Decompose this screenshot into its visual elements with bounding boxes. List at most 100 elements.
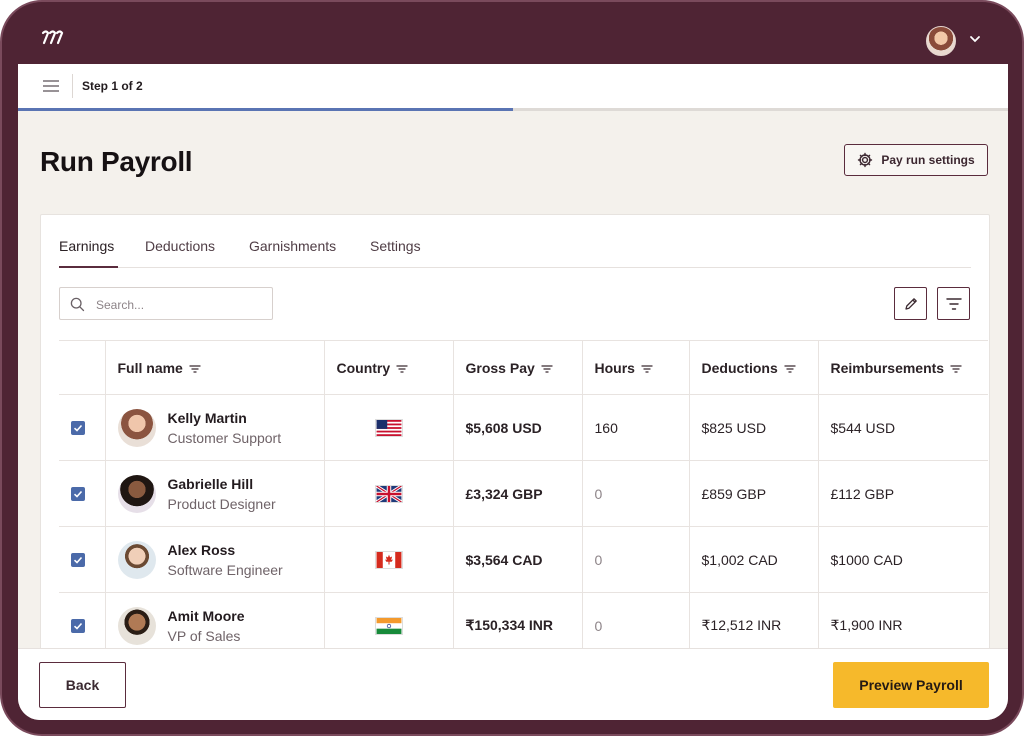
hours-cell: 0 — [582, 526, 690, 593]
column-label: Reimbursements — [830, 359, 945, 376]
select-cell — [59, 394, 106, 461]
checkmark-icon — [73, 556, 83, 564]
filter-icon — [945, 297, 962, 310]
user-avatar[interactable] — [926, 26, 956, 56]
search-input[interactable] — [94, 295, 270, 315]
country-cell — [324, 460, 454, 527]
search-icon — [70, 297, 85, 312]
sort-icon[interactable] — [950, 364, 962, 374]
pay-run-settings-button[interactable]: Pay run settings — [844, 144, 988, 176]
top-bar — [18, 14, 1008, 64]
deductions-cell: £859 GBP — [689, 460, 819, 527]
deductions-cell: $825 USD — [689, 394, 819, 461]
employee-role: Customer Support — [167, 429, 282, 446]
sort-icon[interactable] — [784, 364, 796, 374]
reimbursements-cell: $1000 CAD — [818, 526, 988, 593]
chevron-down-icon[interactable] — [968, 32, 982, 46]
page-title: Run Payroll — [40, 146, 193, 177]
tab-earnings[interactable]: Earnings — [59, 238, 114, 254]
tab-garnishments[interactable]: Garnishments — [249, 238, 336, 254]
employee-name: Amit Moore — [167, 607, 245, 624]
reimbursements-cell: $544 USD — [818, 394, 988, 461]
row-checkbox[interactable] — [71, 420, 85, 435]
hours-cell: 0 — [582, 460, 690, 527]
india-flag-icon — [374, 616, 403, 635]
us-flag-icon — [374, 418, 403, 437]
uk-flag-icon — [374, 484, 403, 503]
column-label: Deductions — [701, 359, 778, 376]
avatar — [117, 606, 156, 645]
pencil-icon — [904, 297, 917, 310]
progress-fill — [18, 108, 513, 111]
employee-role: Software Engineer — [167, 561, 283, 578]
employee-role: Product Designer — [167, 495, 276, 512]
employee-name: Gabrielle Hill — [167, 475, 254, 492]
step-divider — [72, 74, 73, 98]
search-box — [59, 287, 273, 320]
payroll-card: Earnings Deductions Garnishments Setting… — [40, 214, 990, 720]
name-cell: Alex Ross Software Engineer — [105, 526, 325, 593]
progress-track — [18, 108, 1008, 111]
name-cell: Kelly Martin Customer Support — [105, 394, 325, 461]
country-cell — [324, 394, 454, 461]
sort-icon[interactable] — [396, 364, 408, 374]
table-row[interactable]: Gabrielle Hill Product Designer £3,324 G… — [59, 460, 988, 527]
column-label: Hours — [594, 359, 635, 376]
canada-flag-icon — [374, 550, 403, 569]
row-checkbox[interactable] — [71, 618, 85, 633]
column-label: Gross Pay — [465, 359, 535, 376]
hours-cell: 160 — [582, 394, 690, 461]
table-header-row: Full name Country Gross Pay Hours Deduct… — [59, 340, 988, 395]
edit-button[interactable] — [894, 287, 927, 320]
employee-name: Kelly Martin — [167, 409, 247, 426]
gross-pay-cell: $5,608 USD — [453, 394, 583, 461]
tab-deductions[interactable]: Deductions — [145, 238, 215, 254]
filter-button[interactable] — [937, 287, 970, 320]
tab-settings[interactable]: Settings — [370, 238, 421, 254]
table-row[interactable]: Kelly Martin Customer Support $5,608 USD … — [59, 394, 988, 461]
column-header-hours[interactable]: Hours — [582, 340, 690, 395]
row-checkbox[interactable] — [71, 486, 85, 501]
tab-bar: Earnings Deductions Garnishments Setting… — [59, 235, 971, 268]
pay-run-settings-label: Pay run settings — [881, 153, 975, 167]
avatar — [117, 474, 156, 513]
sort-icon[interactable] — [189, 364, 201, 374]
column-header-reimbursements[interactable]: Reimbursements — [818, 340, 988, 395]
payroll-table: Full name Country Gross Pay Hours Deduct… — [59, 340, 988, 659]
checkmark-icon — [73, 424, 83, 432]
employee-role: VP of Sales — [167, 627, 241, 644]
avatar — [117, 540, 156, 579]
checkmark-icon — [73, 490, 83, 498]
step-bar: Step 1 of 2 — [18, 64, 1008, 109]
gross-pay-cell: £3,324 GBP — [453, 460, 583, 527]
column-label: Full name — [117, 359, 183, 376]
app-logo-icon[interactable] — [40, 29, 64, 51]
reimbursements-cell: £112 GBP — [818, 460, 988, 527]
menu-icon[interactable] — [42, 80, 60, 92]
device-frame: Step 1 of 2 Run Payroll Pay run settings… — [0, 0, 1024, 736]
select-column-header — [59, 340, 106, 395]
country-cell — [324, 526, 454, 593]
column-header-gross-pay[interactable]: Gross Pay — [453, 340, 583, 395]
column-header-deductions[interactable]: Deductions — [689, 340, 819, 395]
row-checkbox[interactable] — [71, 552, 85, 567]
active-tab-underline — [59, 266, 118, 268]
checkmark-icon — [73, 622, 83, 630]
deductions-cell: $1,002 CAD — [689, 526, 819, 593]
table-row[interactable]: Alex Ross Software Engineer $3,564 CAD 0 … — [59, 526, 988, 593]
gross-pay-cell: $3,564 CAD — [453, 526, 583, 593]
back-button[interactable]: Back — [39, 662, 126, 708]
gear-icon — [858, 152, 873, 168]
select-cell — [59, 460, 106, 527]
app-screen: Step 1 of 2 Run Payroll Pay run settings… — [18, 64, 1008, 720]
column-label: Country — [336, 359, 391, 376]
employee-name: Alex Ross — [167, 541, 236, 558]
sort-icon[interactable] — [641, 364, 653, 374]
select-cell — [59, 526, 106, 593]
preview-payroll-button[interactable]: Preview Payroll — [833, 662, 989, 708]
sort-icon[interactable] — [541, 364, 553, 374]
column-header-full-name[interactable]: Full name — [105, 340, 325, 395]
avatar — [117, 408, 156, 447]
name-cell: Gabrielle Hill Product Designer — [105, 460, 325, 527]
column-header-country[interactable]: Country — [324, 340, 454, 395]
